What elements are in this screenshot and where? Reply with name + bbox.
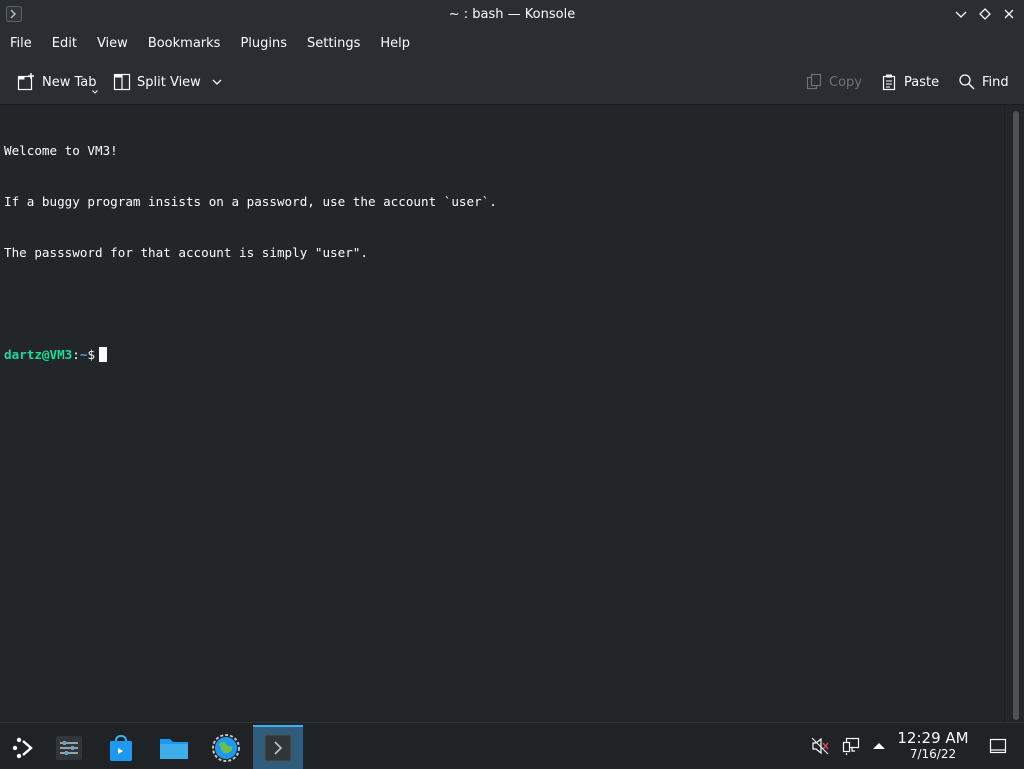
- menu-view[interactable]: View: [87, 29, 138, 59]
- terminal-line: If a buggy program insists on a password…: [4, 194, 497, 209]
- konsole-icon: [264, 734, 292, 762]
- new-tab-button[interactable]: New Tab: [16, 69, 98, 95]
- app-launcher-icon[interactable]: [0, 727, 46, 769]
- menu-help[interactable]: Help: [370, 29, 420, 59]
- menu-plugins[interactable]: Plugins: [230, 29, 297, 59]
- menu-edit[interactable]: Edit: [42, 29, 87, 59]
- file-manager-icon[interactable]: [151, 727, 197, 769]
- discover-store-icon[interactable]: [98, 727, 144, 769]
- window-title: ~ : bash — Konsole: [448, 7, 576, 22]
- find-label: Find: [982, 74, 1009, 90]
- split-view-button[interactable]: Split View: [113, 69, 223, 95]
- terminal-line: Welcome to VM3!: [4, 143, 118, 158]
- new-tab-icon: [17, 73, 34, 91]
- find-button[interactable]: Find: [958, 69, 1009, 95]
- terminal-area[interactable]: Welcome to VM3! If a buggy program insis…: [0, 105, 1004, 722]
- terminal-scrollbar[interactable]: [1004, 105, 1024, 722]
- konsole-taskbar-icon[interactable]: [253, 725, 303, 769]
- prompt-symbol: $: [87, 347, 96, 362]
- chevron-down-icon[interactable]: [211, 76, 223, 88]
- minimize-icon[interactable]: [952, 5, 970, 23]
- close-icon[interactable]: [1000, 5, 1018, 23]
- clock-time: 12:29 AM: [897, 729, 969, 747]
- split-view-label: Split View: [137, 74, 201, 90]
- system-settings-icon[interactable]: [46, 727, 92, 769]
- text-cursor: [99, 347, 108, 362]
- copy-button[interactable]: Copy: [805, 69, 862, 95]
- toolbar: New Tab Split View Copy Paste Find: [0, 59, 1024, 105]
- menu-bar: File Edit View Bookmarks Plugins Setting…: [0, 29, 1024, 59]
- prompt-separator: :: [72, 347, 80, 362]
- digital-clock[interactable]: 12:29 AM 7/16/22: [893, 729, 973, 761]
- terminal-line: The passsword for that account is simply…: [4, 245, 368, 260]
- paste-button[interactable]: Paste: [880, 69, 939, 95]
- audio-muted-icon[interactable]: [809, 735, 831, 757]
- network-wired-icon[interactable]: [840, 735, 862, 757]
- new-tab-label: New Tab: [42, 74, 97, 90]
- show-desktop-icon[interactable]: [987, 735, 1009, 757]
- show-hidden-arrow-icon[interactable]: [868, 735, 890, 757]
- paste-icon: [882, 74, 896, 91]
- split-view-icon: [113, 73, 131, 91]
- chevron-down-icon: [92, 90, 98, 94]
- menu-bookmarks[interactable]: Bookmarks: [138, 29, 231, 59]
- paste-label: Paste: [904, 74, 940, 90]
- title-bar[interactable]: ~ : bash — Konsole: [0, 0, 1024, 29]
- search-icon: [959, 74, 975, 90]
- copy-label: Copy: [829, 74, 862, 90]
- scrollbar-thumb[interactable]: [1013, 111, 1019, 720]
- menu-settings[interactable]: Settings: [297, 29, 370, 59]
- web-browser-icon[interactable]: [203, 727, 249, 769]
- menu-file[interactable]: File: [0, 29, 42, 59]
- maximize-icon[interactable]: [976, 5, 994, 23]
- terminal-prompt[interactable]: dartz@VM3:~$: [4, 346, 1004, 363]
- prompt-user-host: dartz@VM3: [4, 347, 73, 362]
- taskbar: 12:29 AM 7/16/22: [0, 722, 1024, 769]
- copy-icon: [806, 73, 822, 90]
- clock-date: 7/16/22: [909, 747, 957, 761]
